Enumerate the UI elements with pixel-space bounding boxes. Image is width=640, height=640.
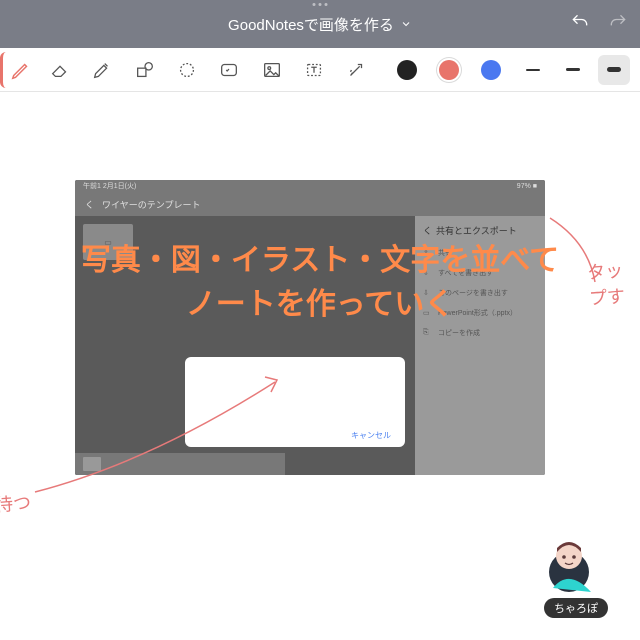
app-header: GoodNotesで画像を作る xyxy=(0,0,640,48)
image-tool[interactable] xyxy=(254,52,288,88)
overlay-caption: 写真・図・イラスト・文字を並べて ノートを作っていく xyxy=(60,239,580,326)
thickness-thin[interactable] xyxy=(517,55,549,85)
shape-tool[interactable] xyxy=(127,52,161,88)
page-title[interactable]: GoodNotesで画像を作る xyxy=(228,14,412,35)
color-blue[interactable] xyxy=(474,52,508,88)
thickness-med[interactable] xyxy=(557,55,589,85)
back-icon: く xyxy=(85,198,94,211)
embedded-screenshot: 午前1 2月1日(火) 97% ■ く ワイヤーのテンプレート ▭ キャンセル … xyxy=(75,180,545,475)
color-black[interactable] xyxy=(390,52,424,88)
color-red[interactable] xyxy=(432,52,466,88)
handwriting-wait: 待つ xyxy=(0,489,32,517)
inner-footer xyxy=(75,453,285,475)
note-canvas[interactable]: 午前1 2月1日(火) 97% ■ く ワイヤーのテンプレート ▭ キャンセル … xyxy=(0,92,640,640)
sticker-tool[interactable] xyxy=(212,52,246,88)
eraser-tool[interactable] xyxy=(43,52,77,88)
chevron-down-icon xyxy=(400,18,412,30)
handwriting-tap: タップす xyxy=(586,255,640,311)
dialog-cancel: キャンセル xyxy=(351,430,391,441)
back-icon: く xyxy=(423,224,432,237)
avatar-name-badge: ちゃろぽ xyxy=(544,598,608,618)
redo-icon[interactable] xyxy=(608,12,628,37)
tool-toolbar xyxy=(0,48,640,92)
lasso-tool[interactable] xyxy=(170,52,204,88)
thickness-thick[interactable] xyxy=(598,55,630,85)
avatar xyxy=(533,528,605,600)
text-tool[interactable] xyxy=(297,52,331,88)
highlighter-tool[interactable] xyxy=(85,52,119,88)
undo-icon[interactable] xyxy=(570,12,590,37)
inner-status-bar: 午前1 2月1日(火) 97% ■ xyxy=(75,180,545,192)
drag-handle-icon xyxy=(313,3,328,6)
pointer-tool[interactable] xyxy=(339,52,373,88)
inner-header: く ワイヤーのテンプレート xyxy=(75,192,545,216)
inner-title: ワイヤーのテンプレート xyxy=(102,198,200,211)
inner-dialog: キャンセル xyxy=(185,357,405,447)
pen-tool[interactable] xyxy=(0,52,35,88)
